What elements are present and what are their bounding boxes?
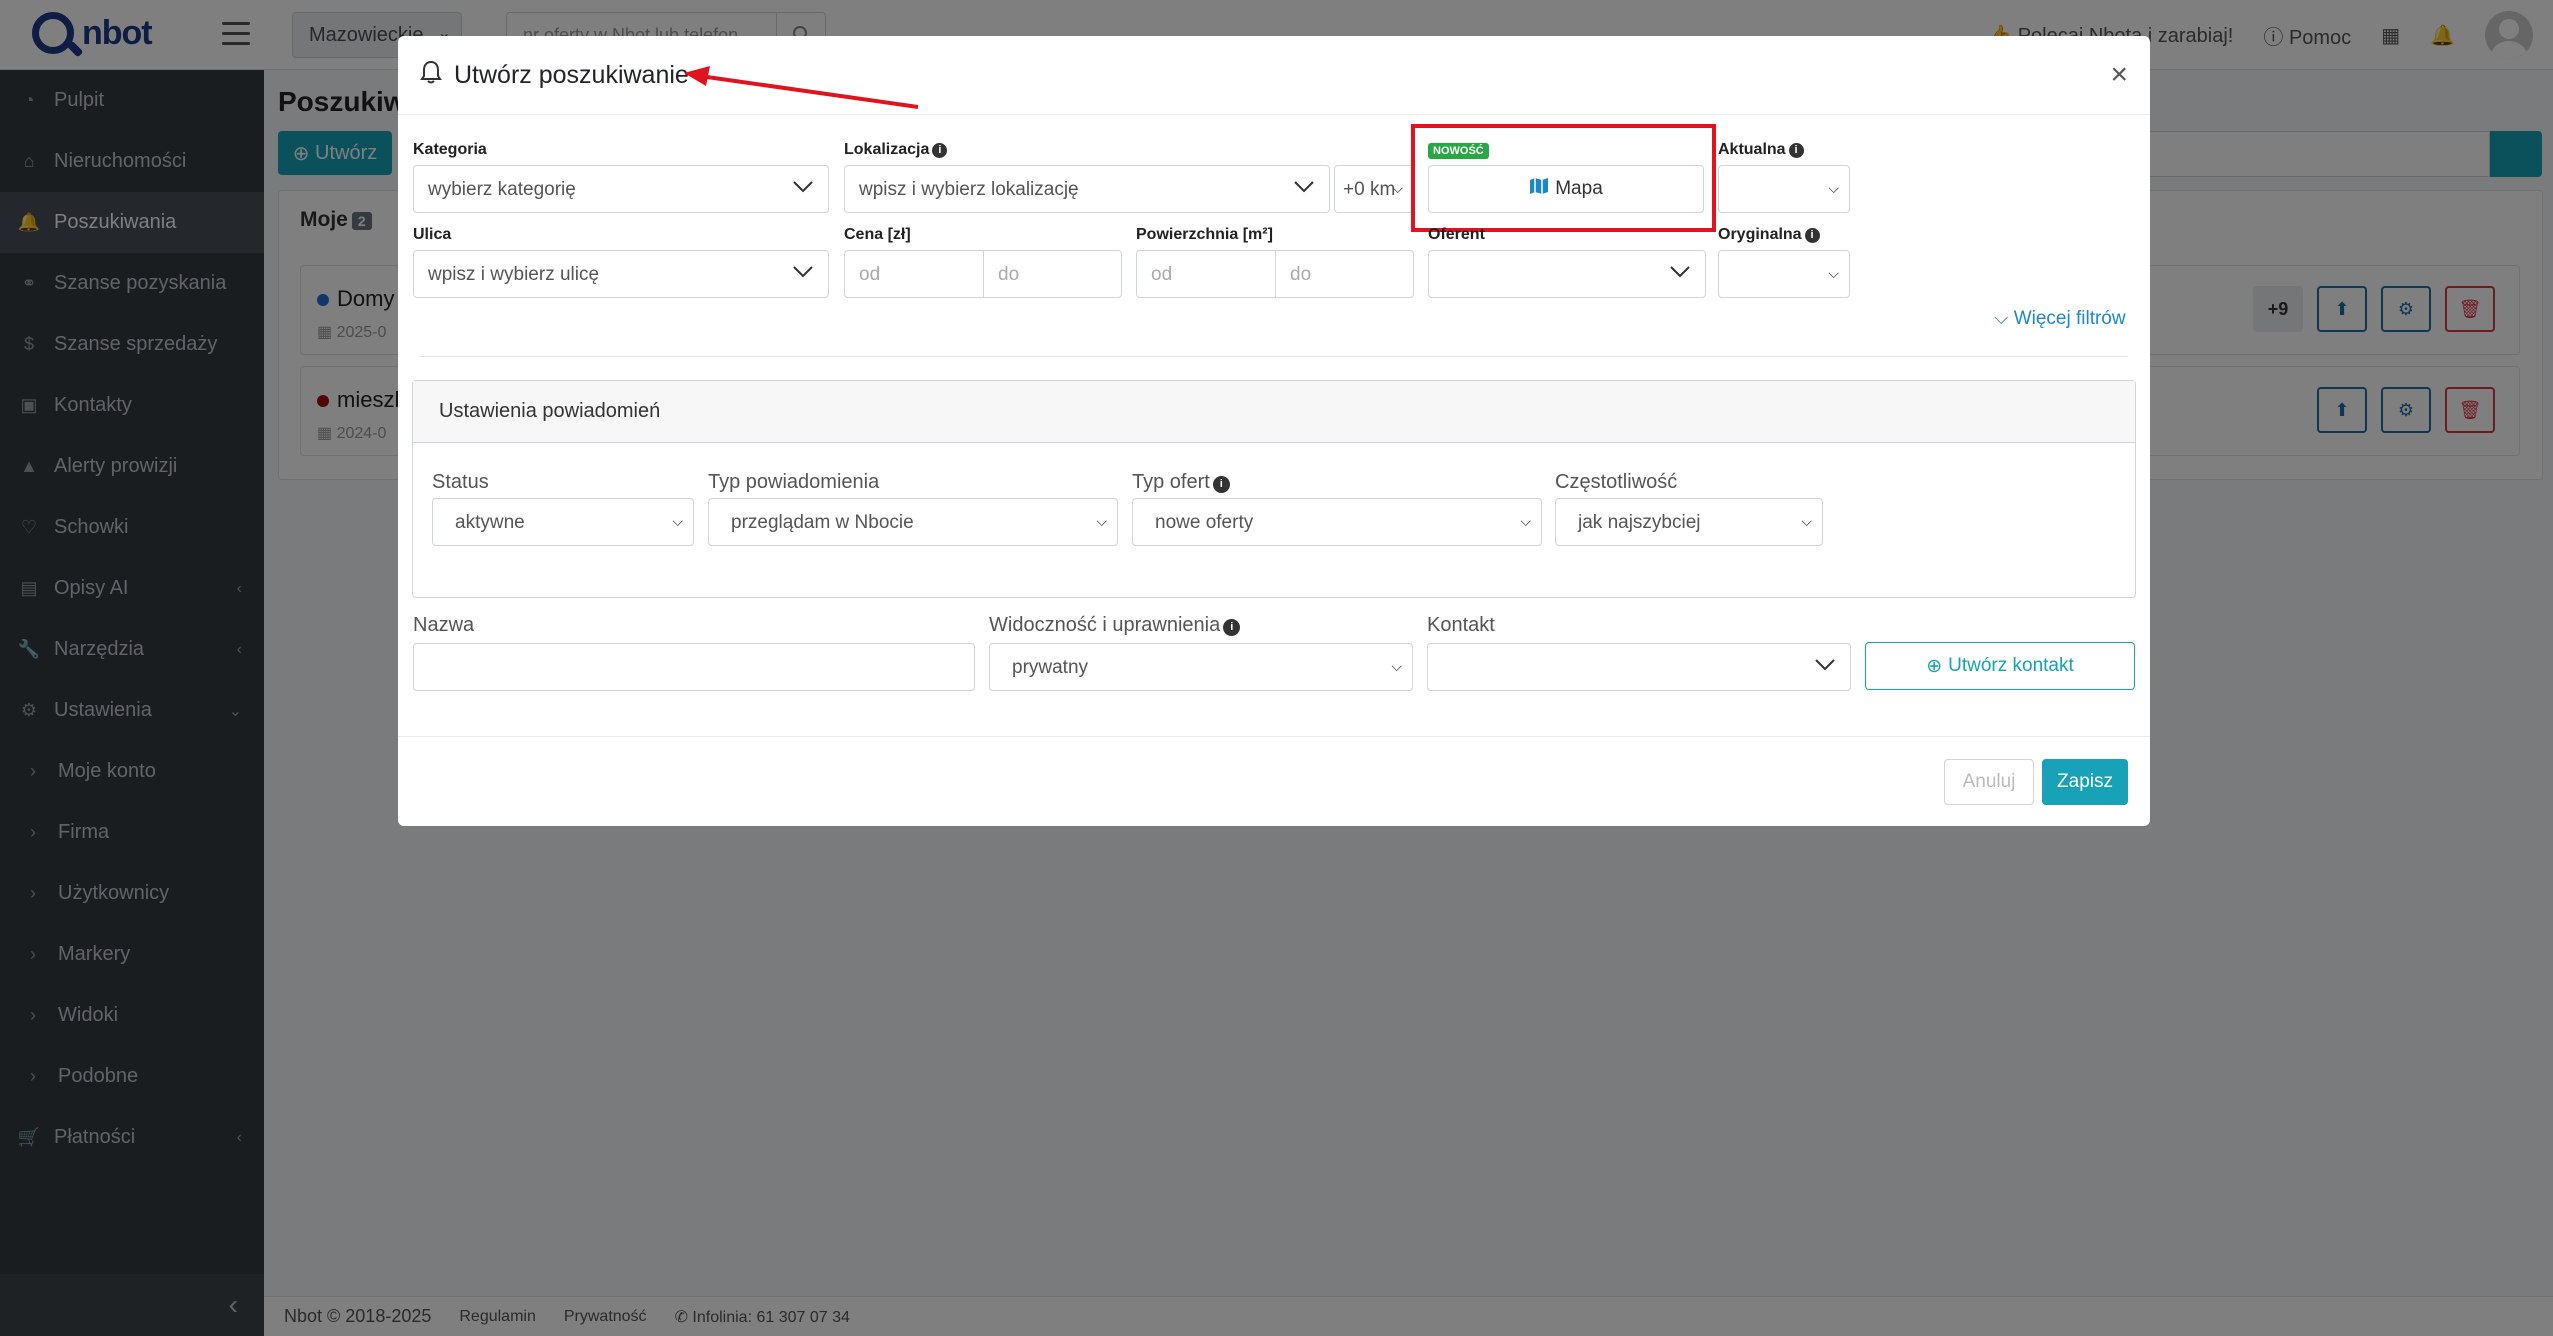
annotation-arrow	[684, 66, 919, 109]
